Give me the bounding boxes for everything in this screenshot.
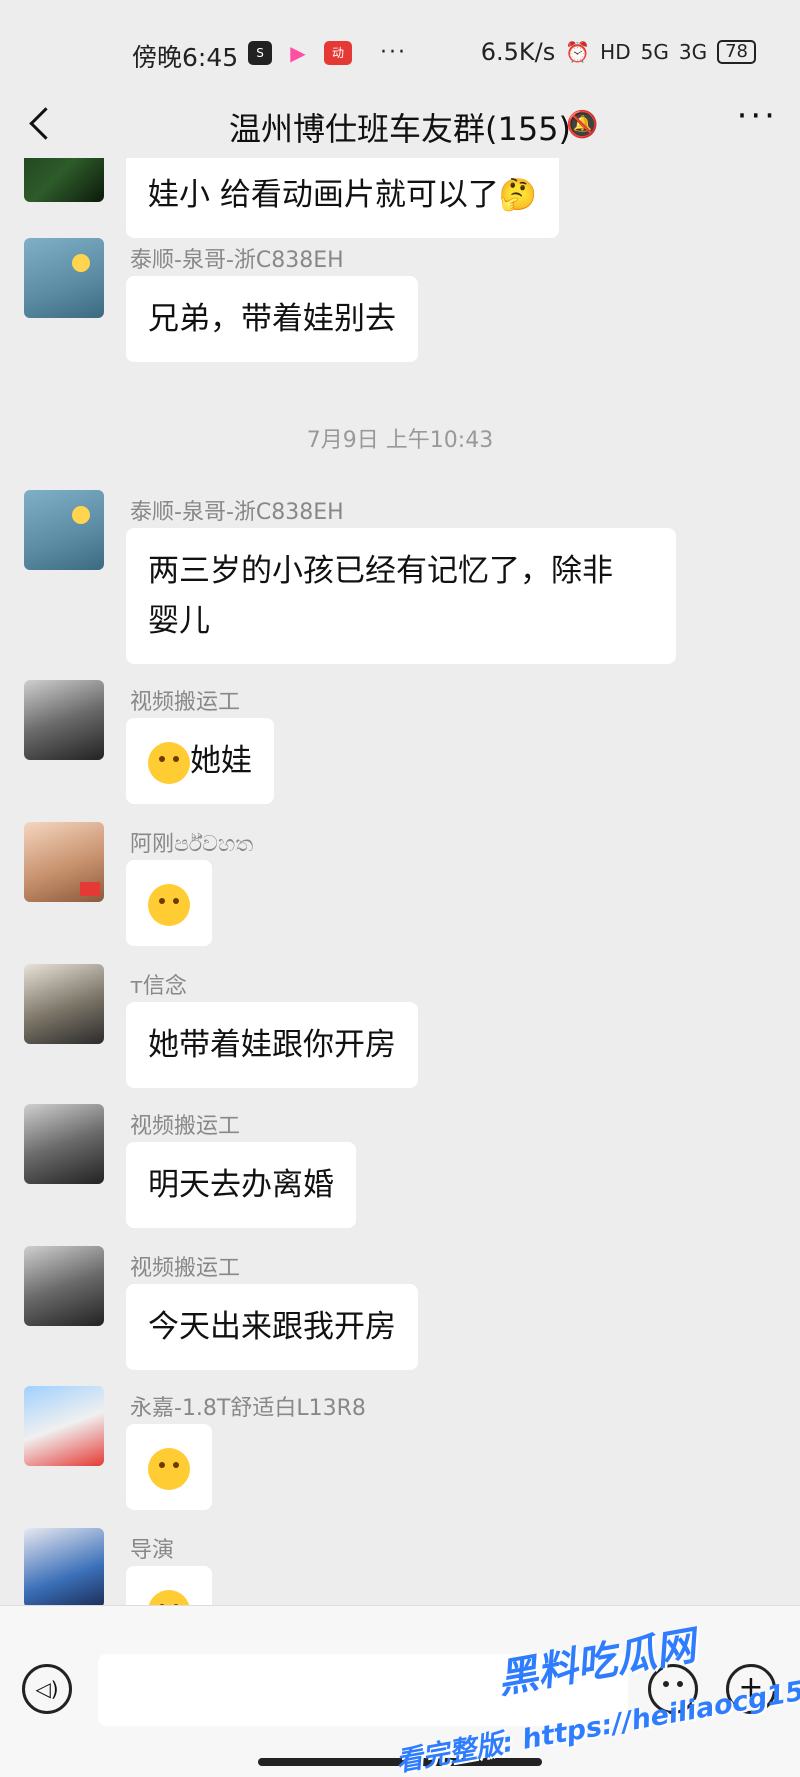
avatar[interactable] [24,822,104,902]
message-text: 明天去办离婚 [148,1167,334,1203]
avatar[interactable] [24,680,104,760]
message-text: 婴儿 [148,603,210,639]
sender-name: 泰顺-泉哥-浙C838EH [130,248,344,273]
signal-5g-icon: 5G [640,40,669,64]
message-text: 今天出来跟我开房 [148,1309,396,1345]
play-app-icon: ▶ [290,40,306,65]
message-bubble[interactable] [126,1424,212,1510]
alarm-icon: ⏰ [565,40,591,64]
avatar[interactable] [24,1386,104,1466]
hd-icon: HD [600,40,631,64]
sender-name: 视频搬运工 [130,1114,241,1139]
sweat-emoji-icon [148,1589,190,1605]
sender-name: 导演 [130,1538,175,1563]
message-text: 两三岁的小孩已经有记忆了，除非 [148,553,613,589]
sender-name: 永嘉-1.8T舒适白L13R8 [130,1396,366,1421]
message-text: 她带着娃跟你开房 [148,1027,396,1063]
sweat-emoji-icon [148,1447,190,1490]
message-bubble[interactable]: 她带着娃跟你开房 [126,1002,418,1088]
shocked-emoji-icon [148,883,190,926]
message-bubble[interactable]: 两三岁的小孩已经有记忆了，除非 婴儿 [126,528,676,664]
net-speed: 6.5K/s [480,38,556,66]
sender-name: 阿刚ර්ප්වහත [130,832,254,857]
signal-3g-icon: 3G [678,40,708,64]
message-bubble[interactable]: 娃小 给看动画片就可以了🤔 [126,158,560,238]
message-bubble[interactable]: 她娃 [126,718,274,804]
chat-timestamp: 7月9日 上午10:43 [306,428,494,453]
status-bar: 傍晚6:45 S ▶ 动 ··· 6.5K/s ⏰ HD 5G 3G 78 [0,0,800,100]
app-s-icon: S [248,40,272,65]
message-bubble[interactable]: 今天出来跟我开房 [126,1284,418,1370]
battery-icon: 78 [717,40,756,64]
anim-app-icon: 动 [324,40,352,65]
message-bubble[interactable]: 兄弟，带着娃别去 [126,276,418,362]
voice-input-icon[interactable]: ◁) [22,1664,72,1714]
status-right: 6.5K/s ⏰ HD 5G 3G 78 [481,38,756,66]
status-app-icons: S ▶ 动 ··· [248,40,407,65]
sender-name: т信念 [130,974,187,999]
avatar[interactable] [24,490,104,570]
message-bubble[interactable] [126,1566,212,1605]
message-text: 她娃 [190,743,252,779]
avatar[interactable] [24,1104,104,1184]
mute-bell-icon: 🔕 [566,110,599,140]
chat-title: 温州博仕班车友群(155) [228,110,572,148]
sender-name: 泰顺-泉哥-浙C838EH [130,500,344,525]
status-more-dots: ··· [380,40,407,65]
more-options-button[interactable]: ··· [737,96,778,136]
message-bubble[interactable] [126,860,212,946]
message-bubble[interactable]: 明天去办离婚 [126,1142,356,1228]
sender-name: 视频搬运工 [130,690,241,715]
avatar[interactable] [24,1528,104,1605]
message-text: 娃小 给看动画片就可以了🤔 [148,177,538,213]
avatar[interactable] [24,238,104,318]
message-list[interactable]: 娃小 给看动画片就可以了🤔 泰顺-泉哥-浙C838EH 兄弟，带着娃别去 7月9… [0,158,800,1605]
avatar[interactable] [24,158,104,202]
laugh-cry-emoji-icon [148,741,190,784]
chat-header: 温州博仕班车友群(155) 🔕 ··· [0,92,800,158]
avatar[interactable] [24,964,104,1044]
avatar[interactable] [24,1246,104,1326]
message-text: 兄弟，带着娃别去 [148,301,396,337]
sender-name: 视频搬运工 [130,1256,241,1281]
status-time: 傍晚6:45 [132,43,239,72]
